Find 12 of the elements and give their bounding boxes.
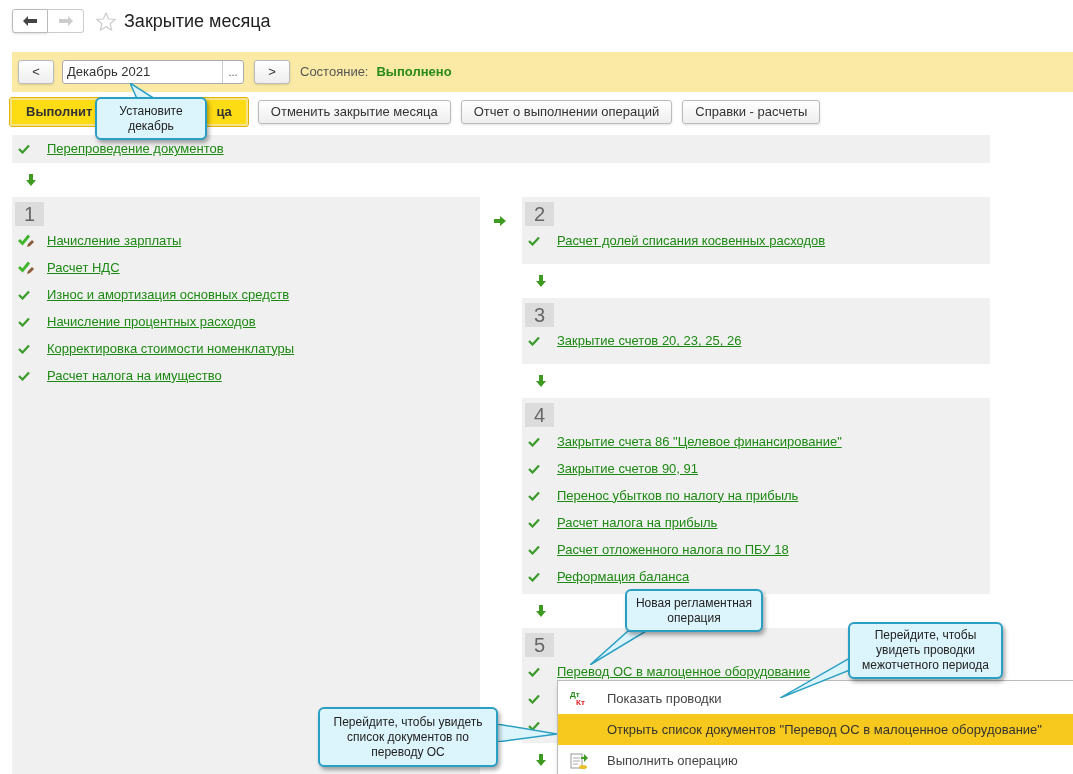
callout: Перейдите, чтобы увидеть проводки межотчетного периода — [848, 622, 1003, 679]
step-number: 2 — [525, 202, 554, 226]
step-number: 4 — [525, 403, 554, 427]
step-number: 3 — [525, 302, 554, 327]
step-number: 1 — [15, 202, 44, 226]
callout: Перейдите, чтобы увидеть список документов по переводу ОС — [318, 707, 498, 767]
window-title: Закрытие месяца — [124, 9, 271, 33]
state-value: Выполнено — [376, 63, 452, 82]
callout: Новая регламентная операция — [625, 589, 763, 632]
debit-credit-icon: Дт Кт — [570, 690, 590, 707]
state-label: Состояние: — [300, 63, 369, 82]
step-number: 5 — [525, 633, 554, 657]
